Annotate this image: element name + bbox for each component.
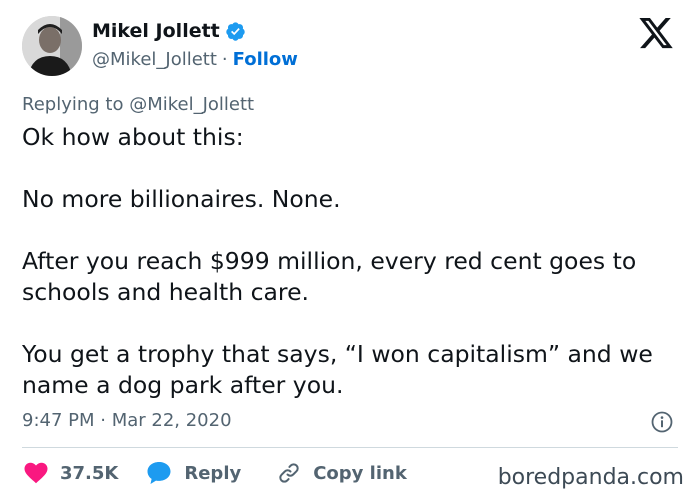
heart-icon: [24, 462, 48, 484]
verified-badge-icon: [225, 21, 246, 42]
avatar-photo: [22, 16, 82, 76]
divider: [22, 447, 678, 448]
tweet-line: No more billionaires. None.: [22, 185, 341, 213]
info-icon[interactable]: [651, 411, 673, 433]
author-name-row: Mikel Jollett: [92, 20, 246, 42]
tweet-line: Ok how about this:: [22, 123, 244, 151]
author-handle[interactable]: @Mikel_Jollett: [92, 49, 217, 70]
author-display-name[interactable]: Mikel Jollett: [92, 20, 220, 42]
copy-link-label: Copy link: [313, 462, 407, 484]
like-button[interactable]: 37.5K: [24, 462, 118, 484]
reply-label: Reply: [184, 462, 242, 484]
tweet-body: Ok how about this: No more billionaires.…: [22, 122, 682, 401]
watermark: boredpanda.com: [497, 465, 684, 490]
reply-bubble-icon: [147, 462, 171, 484]
author-handle-row: @Mikel_Jollett · Follow: [92, 49, 298, 70]
x-logo-icon[interactable]: [637, 18, 675, 52]
replying-to-label[interactable]: Replying to @Mikel_Jollett: [22, 94, 254, 115]
like-count: 37.5K: [60, 462, 119, 484]
copy-link-button[interactable]: Copy link: [277, 461, 407, 485]
follow-button[interactable]: Follow: [233, 49, 298, 70]
action-bar: 37.5K Reply Copy link: [24, 461, 407, 485]
link-icon: [279, 463, 299, 483]
tweet-line: You get a trophy that says, “I won capit…: [22, 340, 653, 399]
separator-dot: ·: [221, 49, 228, 70]
reply-button[interactable]: Reply: [146, 461, 241, 485]
tweet-timestamp[interactable]: 9:47 PM · Mar 22, 2020: [22, 410, 232, 431]
avatar[interactable]: [22, 16, 82, 76]
tweet-line: After you reach $999 million, every red …: [22, 247, 637, 306]
